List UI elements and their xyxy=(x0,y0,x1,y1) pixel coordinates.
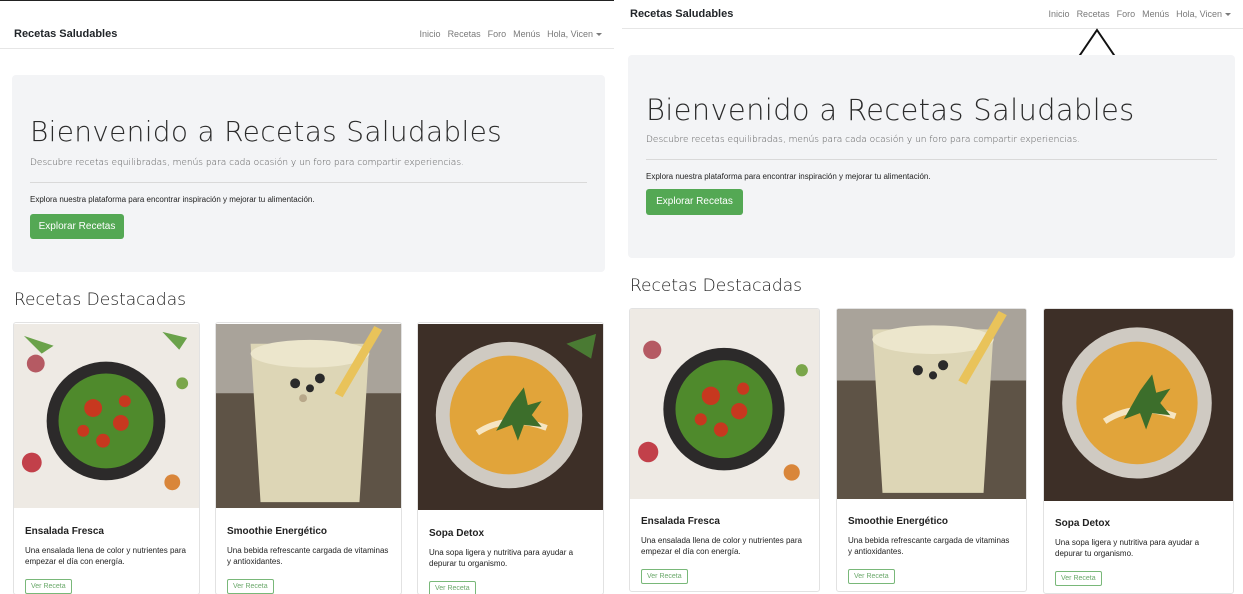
card-title: Sopa Detox xyxy=(429,528,485,539)
user-menu-label: Hola, Vicen xyxy=(547,28,593,39)
card-description: Una sopa ligera y nutritiva para ayudar … xyxy=(1055,538,1200,559)
explore-recipes-button[interactable]: Explorar Recetas xyxy=(30,214,124,239)
section-title: Recetas Destacadas xyxy=(630,276,802,296)
hero-jumbotron: Bienvenido a Recetas Saludables Descubre… xyxy=(628,55,1235,258)
hero-title: Bienvenido a Recetas Saludables xyxy=(30,115,502,148)
smoothie-image xyxy=(837,309,1026,499)
recipe-card: Smoothie Energético Una bebida refrescan… xyxy=(836,308,1027,592)
chevron-down-icon xyxy=(1225,13,1231,17)
card-title: Sopa Detox xyxy=(1055,518,1111,529)
nav-menus[interactable]: Menús xyxy=(513,29,540,39)
navbar: Recetas Saludables Inicio Recetas Foro M… xyxy=(0,19,614,49)
recipe-card: Sopa Detox Una sopa ligera y nutritiva p… xyxy=(417,322,604,594)
view-recipe-button[interactable]: Ver Receta xyxy=(227,579,274,594)
divider xyxy=(646,159,1217,160)
hero-lead: Descubre recetas equilibradas, menús par… xyxy=(30,158,464,168)
soup-image xyxy=(1044,309,1233,501)
hero-title: Bienvenido a Recetas Saludables xyxy=(646,93,1135,127)
nav-menus[interactable]: Menús xyxy=(1142,9,1169,19)
card-description: Una sopa ligera y nutritiva para ayudar … xyxy=(429,548,574,569)
card-title: Smoothie Energético xyxy=(227,526,328,537)
nav-links: Inicio Recetas Foro Menús Hola, Vicen xyxy=(420,29,602,39)
left-screenshot: Recetas Saludables Inicio Recetas Foro M… xyxy=(0,0,614,594)
chevron-down-icon xyxy=(596,32,602,36)
card-title: Ensalada Fresca xyxy=(641,516,720,527)
user-menu-label: Hola, Vicen xyxy=(1176,9,1222,19)
explore-recipes-button[interactable]: Explorar Recetas xyxy=(646,189,743,215)
navbar: Recetas Saludables Inicio Recetas Foro M… xyxy=(622,0,1243,29)
nav-recetas[interactable]: Recetas xyxy=(1077,9,1110,19)
hero-jumbotron: Bienvenido a Recetas Saludables Descubre… xyxy=(12,75,605,272)
soup-image xyxy=(418,324,603,510)
recipe-card: Sopa Detox Una sopa ligera y nutritiva p… xyxy=(1043,308,1234,594)
view-recipe-button[interactable]: Ver Receta xyxy=(641,569,688,585)
recipe-card: Smoothie Energético Una bebida refrescan… xyxy=(215,322,402,594)
card-description: Una bebida refrescante cargada de vitami… xyxy=(227,546,389,567)
nav-links: Inicio Recetas Foro Menús Hola, Vicen xyxy=(1049,9,1231,19)
nav-inicio[interactable]: Inicio xyxy=(420,29,441,39)
card-description: Una bebida refrescante cargada de vitami… xyxy=(848,536,1010,557)
nav-recetas[interactable]: Recetas xyxy=(448,29,481,39)
salad-image xyxy=(14,323,199,509)
view-recipe-button[interactable]: Ver Receta xyxy=(848,569,895,585)
card-description: Una ensalada llena de color y nutrientes… xyxy=(641,536,802,557)
hero-text: Explora nuestra plataforma para encontra… xyxy=(646,172,931,181)
user-menu[interactable]: Hola, Vicen xyxy=(1176,9,1231,19)
hero-lead: Descubre recetas equilibradas, menús par… xyxy=(646,135,1080,145)
salad-image xyxy=(630,309,819,499)
recipe-card: Ensalada Fresca Una ensalada llena de co… xyxy=(13,322,200,594)
nav-foro[interactable]: Foro xyxy=(1117,9,1136,19)
recipe-card: Ensalada Fresca Una ensalada llena de co… xyxy=(629,308,820,592)
card-title: Smoothie Energético xyxy=(848,516,949,527)
divider xyxy=(30,182,587,183)
view-recipe-button[interactable]: Ver Receta xyxy=(25,579,72,594)
right-screenshot: Recetas Saludables Inicio Recetas Foro M… xyxy=(622,0,1243,594)
view-recipe-button[interactable]: Ver Receta xyxy=(1055,571,1102,587)
view-recipe-button[interactable]: Ver Receta xyxy=(429,581,476,594)
section-title: Recetas Destacadas xyxy=(14,290,186,310)
brand[interactable]: Recetas Saludables xyxy=(630,8,733,20)
card-title: Ensalada Fresca xyxy=(25,526,104,537)
brand[interactable]: Recetas Saludables xyxy=(14,28,117,40)
nav-foro[interactable]: Foro xyxy=(488,29,507,39)
smoothie-image xyxy=(216,323,401,509)
hero-text: Explora nuestra plataforma para encontra… xyxy=(30,195,315,204)
user-menu[interactable]: Hola, Vicen xyxy=(547,29,602,39)
card-description: Una ensalada llena de color y nutrientes… xyxy=(25,546,186,567)
nav-inicio[interactable]: Inicio xyxy=(1049,9,1070,19)
